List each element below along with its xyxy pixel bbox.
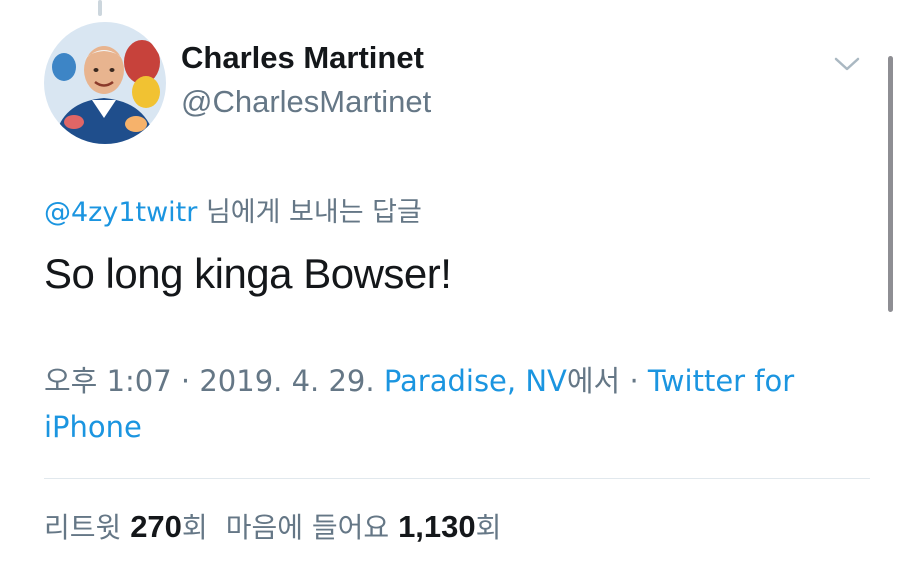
- reply-mention-link[interactable]: @4zy1twitr: [44, 197, 197, 228]
- location-suffix: 에서 ·: [566, 364, 648, 398]
- tweet-menu-button[interactable]: [832, 52, 862, 76]
- tweet-timestamp[interactable]: 오후 1:07 · 2019. 4. 29.: [44, 364, 384, 398]
- author-handle[interactable]: @CharlesMartinet: [181, 84, 431, 120]
- location-link[interactable]: Paradise, NV: [384, 364, 567, 398]
- divider: [44, 478, 870, 479]
- retweets-unit: 회: [181, 511, 208, 544]
- likes-unit: 회: [475, 511, 502, 544]
- retweets-label: 리트윗: [44, 511, 131, 544]
- retweets-stat[interactable]: 리트윗 270회: [44, 509, 208, 544]
- tweet-stats: 리트윗 270회 마음에 들어요 1,130회: [44, 506, 501, 546]
- chevron-down-icon: [834, 57, 860, 71]
- tweet-text: So long kinga Bowser!: [44, 250, 452, 297]
- reply-context: @4zy1twitr 님에게 보내는 답글: [44, 190, 422, 229]
- thread-connector-line: [98, 0, 102, 16]
- author-display-name[interactable]: Charles Martinet: [181, 40, 424, 76]
- tweet-meta: 오후 1:07 · 2019. 4. 29. Paradise, NV에서 · …: [44, 358, 864, 450]
- likes-label: 마음에 들어요: [225, 511, 399, 544]
- scrollbar[interactable]: [888, 56, 893, 312]
- reply-context-suffix: 님에게 보내는 답글: [197, 197, 422, 228]
- avatar-photo-icon: [44, 22, 166, 144]
- likes-stat[interactable]: 마음에 들어요 1,130회: [225, 509, 502, 544]
- avatar[interactable]: [44, 22, 166, 144]
- likes-count: 1,130: [398, 509, 476, 544]
- retweets-count: 270: [130, 509, 182, 544]
- tweet-detail-page: Charles Martinet @CharlesMartinet @4zy1t…: [0, 0, 900, 573]
